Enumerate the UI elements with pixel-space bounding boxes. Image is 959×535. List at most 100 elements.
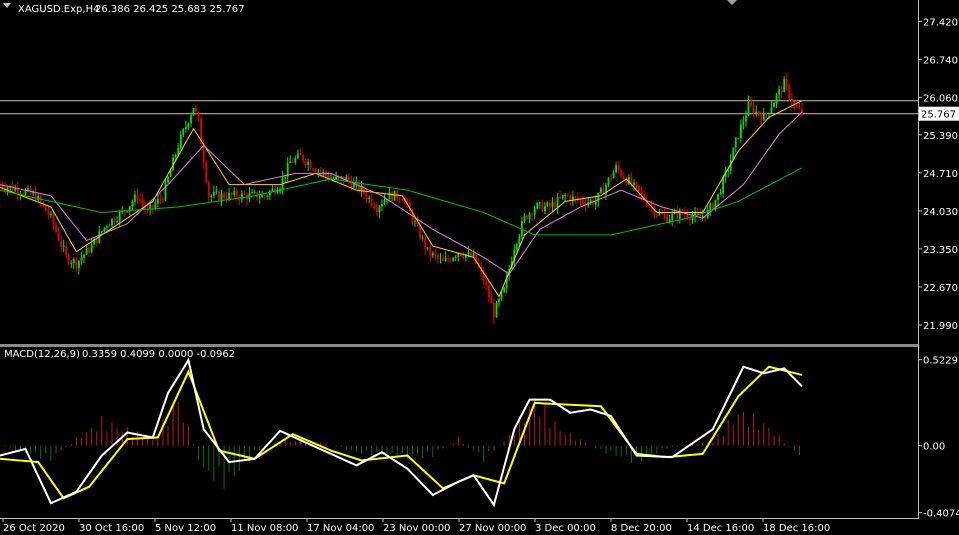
candle[interactable]	[544, 206, 546, 212]
candle[interactable]	[220, 193, 223, 200]
candle[interactable]	[319, 170, 322, 172]
candle[interactable]	[406, 200, 409, 203]
candle[interactable]	[192, 108, 195, 116]
candle[interactable]	[538, 202, 541, 204]
panel-separator[interactable]	[0, 344, 918, 347]
candle[interactable]	[709, 203, 712, 210]
candle[interactable]	[391, 192, 393, 201]
candle[interactable]	[205, 163, 208, 183]
candle[interactable]	[635, 182, 638, 187]
candle[interactable]	[719, 193, 722, 195]
candle[interactable]	[243, 193, 246, 195]
candle[interactable]	[50, 213, 52, 216]
candle[interactable]	[162, 199, 164, 201]
candle[interactable]	[559, 197, 561, 198]
candle[interactable]	[55, 224, 57, 232]
candle[interactable]	[383, 199, 386, 204]
candle[interactable]	[241, 193, 243, 200]
candle[interactable]	[426, 247, 429, 249]
candle[interactable]	[757, 111, 760, 116]
candle[interactable]	[195, 108, 197, 113]
candle[interactable]	[600, 188, 602, 193]
candle[interactable]	[378, 206, 381, 212]
candle[interactable]	[500, 292, 503, 300]
candle[interactable]	[113, 218, 116, 223]
candle[interactable]	[151, 204, 154, 208]
candle[interactable]	[34, 192, 37, 200]
candle[interactable]	[401, 199, 404, 201]
candle[interactable]	[610, 177, 612, 179]
candle[interactable]	[276, 191, 279, 194]
candle[interactable]	[134, 194, 136, 203]
candle[interactable]	[185, 126, 187, 130]
candle[interactable]	[747, 102, 750, 116]
candle[interactable]	[116, 221, 118, 223]
candle[interactable]	[381, 204, 383, 207]
candle[interactable]	[375, 208, 378, 212]
candle[interactable]	[785, 79, 788, 86]
candle[interactable]	[788, 85, 791, 99]
candle[interactable]	[335, 176, 337, 180]
candle[interactable]	[215, 191, 218, 193]
candle[interactable]	[561, 195, 564, 198]
candle[interactable]	[179, 134, 182, 149]
candle[interactable]	[551, 202, 554, 207]
candle[interactable]	[579, 200, 582, 202]
candle[interactable]	[103, 227, 106, 232]
candle[interactable]	[388, 192, 391, 200]
candle[interactable]	[607, 177, 610, 185]
candle[interactable]	[742, 121, 745, 125]
candle[interactable]	[83, 254, 85, 258]
trading-chart[interactable]: XAGUSD.Exp,H4 26.386 26.425 25.683 25.76…	[0, 0, 959, 535]
candle[interactable]	[47, 211, 50, 216]
candle[interactable]	[60, 240, 62, 247]
candle[interactable]	[197, 112, 200, 119]
candle[interactable]	[439, 258, 442, 260]
candle[interactable]	[574, 196, 577, 198]
candle[interactable]	[251, 192, 253, 194]
candle[interactable]	[762, 113, 765, 121]
candle[interactable]	[722, 177, 724, 194]
candle[interactable]	[523, 215, 526, 222]
candle[interactable]	[656, 214, 658, 216]
candle[interactable]	[454, 256, 457, 258]
candle[interactable]	[80, 257, 83, 261]
candle[interactable]	[294, 158, 297, 163]
candle[interactable]	[701, 215, 704, 217]
candle[interactable]	[775, 94, 778, 103]
candle[interactable]	[717, 193, 719, 200]
candle[interactable]	[447, 258, 449, 260]
candle[interactable]	[190, 115, 192, 124]
candle[interactable]	[118, 212, 121, 222]
candle[interactable]	[798, 107, 801, 109]
candle[interactable]	[582, 200, 584, 204]
candle[interactable]	[444, 258, 447, 261]
candle[interactable]	[462, 255, 465, 258]
candle[interactable]	[52, 213, 55, 225]
candle[interactable]	[750, 102, 752, 106]
candle[interactable]	[429, 247, 432, 256]
candle[interactable]	[111, 218, 113, 226]
candle[interactable]	[65, 246, 68, 255]
candle[interactable]	[414, 221, 416, 223]
candle[interactable]	[765, 113, 768, 115]
candle[interactable]	[564, 195, 567, 196]
candle[interactable]	[213, 191, 215, 196]
candle[interactable]	[373, 205, 376, 209]
candle[interactable]	[640, 191, 643, 194]
candle[interactable]	[503, 287, 505, 293]
candle[interactable]	[752, 105, 755, 114]
candle[interactable]	[493, 302, 495, 318]
candle[interactable]	[90, 244, 93, 253]
candle[interactable]	[780, 89, 783, 93]
candle[interactable]	[70, 263, 73, 264]
candle[interactable]	[689, 218, 691, 221]
candle[interactable]	[495, 302, 498, 318]
candle[interactable]	[309, 161, 312, 169]
candle[interactable]	[490, 297, 493, 303]
candle[interactable]	[106, 226, 108, 228]
candle[interactable]	[518, 236, 521, 245]
candle[interactable]	[37, 195, 40, 200]
candle[interactable]	[307, 161, 309, 165]
candle[interactable]	[210, 195, 213, 198]
